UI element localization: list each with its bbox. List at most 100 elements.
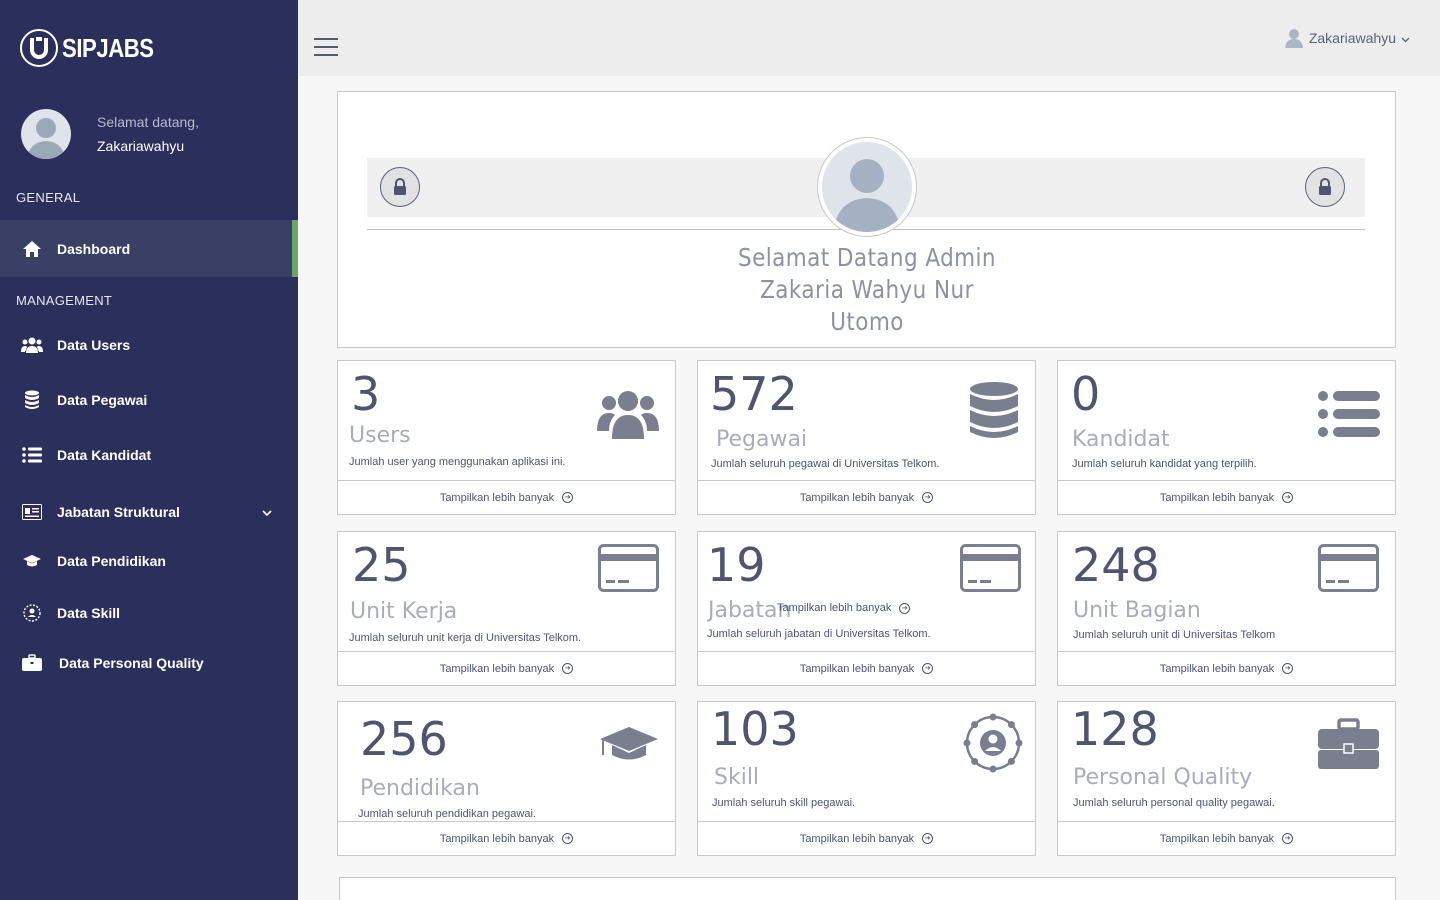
show-more-link[interactable]: Tampilkan lebih banyak ➔ bbox=[777, 602, 911, 614]
section-general: GENERAL bbox=[16, 190, 81, 205]
welcome-label: Selamat datang, bbox=[97, 114, 199, 130]
stat-title: Kandidat bbox=[1072, 427, 1170, 452]
stat-card-personal-quality: 128 Personal Quality Jumlah seluruh pers… bbox=[1057, 701, 1396, 856]
list-icon bbox=[1318, 391, 1380, 442]
sidebar-item-dashboard[interactable]: Dashboard bbox=[0, 220, 298, 277]
stat-description: Jumlah seluruh personal quality pegawai. bbox=[1073, 797, 1275, 809]
stat-value: 3 bbox=[351, 367, 381, 421]
sidebar-item-skill[interactable]: Data Skill bbox=[0, 591, 298, 635]
briefcase-icon bbox=[21, 652, 43, 674]
stat-value: 256 bbox=[360, 712, 448, 766]
graduation-cap-icon bbox=[599, 726, 659, 767]
show-more-link[interactable]: Tampilkan lebih banyak ➔ bbox=[338, 480, 675, 514]
stat-card-jabatan: 19 Jabatan Tampilkan lebih banyak ➔ Jumla… bbox=[697, 531, 1036, 686]
arrow-right-circle-icon: ➔ bbox=[562, 492, 574, 503]
welcome-card: Selamat Datang Admin Zakaria Wahyu Nur U… bbox=[337, 91, 1396, 348]
stat-value: 0 bbox=[1071, 367, 1101, 421]
arrow-right-circle-icon: ➔ bbox=[922, 492, 934, 503]
credit-card-icon bbox=[960, 544, 1021, 597]
arrow-right-circle-icon: ➔ bbox=[562, 833, 574, 844]
sidebar-item-label: Data Skill bbox=[57, 605, 121, 621]
stat-title: Personal Quality bbox=[1073, 765, 1253, 790]
show-more-link[interactable]: Tampilkan lebih banyak ➔ bbox=[698, 651, 1035, 685]
avatar bbox=[21, 109, 71, 159]
stat-title: Skill bbox=[714, 765, 760, 790]
user-menu[interactable]: Zakariawahyu bbox=[1284, 28, 1410, 48]
sidebar-item-personal-quality[interactable]: Data Personal Quality bbox=[0, 641, 298, 685]
skill-icon bbox=[21, 602, 43, 624]
content-card bbox=[339, 877, 1396, 900]
sidebar-item-label: Data Pendidikan bbox=[57, 553, 166, 569]
stat-title: Unit Kerja bbox=[350, 599, 458, 624]
credit-card-icon bbox=[1318, 544, 1379, 597]
stat-card-pegawai: 572 Pegawai Jumlah seluruh pegawai di Un… bbox=[697, 360, 1036, 515]
id-card-icon bbox=[21, 501, 43, 523]
stat-description: Jumlah seluruh kandidat yang terpilih. bbox=[1072, 458, 1257, 470]
sidebar: SIPJABS Selamat datang, Zakariawahyu GEN… bbox=[0, 0, 298, 900]
sidebar-item-label: Data Users bbox=[57, 337, 131, 353]
chevron-down-icon bbox=[1401, 30, 1410, 46]
arrow-right-circle-icon: ➔ bbox=[1282, 663, 1294, 674]
sidebar-item-pendidikan[interactable]: Data Pendidikan bbox=[0, 539, 298, 583]
sidebar-item-jabatan-struktural[interactable]: Jabatan Struktural bbox=[0, 490, 298, 534]
sidebar-item-kandidat[interactable]: Data Kandidat bbox=[0, 433, 298, 477]
stat-value: 25 bbox=[352, 538, 411, 592]
arrow-right-circle-icon: ➔ bbox=[922, 833, 934, 844]
brand-name: SIPJABS bbox=[62, 32, 154, 63]
user-menu-name: Zakariawahyu bbox=[1308, 30, 1396, 46]
arrow-right-circle-icon: ➔ bbox=[562, 663, 574, 674]
stat-description: Jumlah seluruh skill pegawai. bbox=[712, 797, 856, 809]
stat-card-unit-bagian: 248 Unit Bagian Jumlah seluruh unit di U… bbox=[1057, 531, 1396, 686]
stat-card-kandidat: 0 Kandidat Jumlah seluruh kandidat yang … bbox=[1057, 360, 1396, 515]
sidebar-profile: Selamat datang, Zakariawahyu bbox=[21, 109, 199, 159]
lock-icon[interactable] bbox=[1305, 167, 1345, 207]
stat-value: 103 bbox=[711, 702, 799, 756]
list-icon bbox=[21, 444, 43, 466]
menu-toggle-icon[interactable] bbox=[314, 38, 338, 58]
arrow-right-circle-icon: ➔ bbox=[1282, 492, 1294, 503]
arrow-right-circle-icon: ➔ bbox=[899, 602, 911, 614]
stat-description: Jumlah user yang menggunakan aplikasi in… bbox=[349, 456, 566, 468]
users-icon bbox=[597, 387, 659, 444]
arrow-right-circle-icon: ➔ bbox=[1282, 833, 1294, 844]
skill-icon bbox=[963, 713, 1023, 778]
user-avatar-icon bbox=[1284, 28, 1303, 48]
sidebar-item-users[interactable]: Data Users bbox=[0, 323, 298, 367]
show-more-link[interactable]: Tampilkan lebih banyak ➔ bbox=[1058, 480, 1395, 514]
stat-value: 248 bbox=[1072, 538, 1160, 592]
home-icon bbox=[21, 238, 43, 260]
graduation-cap-icon bbox=[21, 550, 43, 572]
stat-description: Jumlah seluruh unit di Universitas Telko… bbox=[1073, 629, 1276, 641]
stat-title: Unit Bagian bbox=[1073, 598, 1201, 623]
sidebar-item-label: Jabatan Struktural bbox=[57, 504, 180, 520]
lock-icon[interactable] bbox=[380, 167, 420, 207]
sidebar-item-label: Data Personal Quality bbox=[59, 655, 204, 671]
brand[interactable]: SIPJABS bbox=[20, 28, 170, 68]
stat-description: Jumlah seluruh pegawai di Universitas Te… bbox=[711, 458, 940, 470]
sidebar-item-label: Dashboard bbox=[57, 240, 131, 257]
show-more-link[interactable]: Tampilkan lebih banyak ➔ bbox=[338, 821, 675, 855]
section-management: MANAGEMENT bbox=[16, 293, 113, 308]
stat-description: Jumlah seluruh pendidikan pegawai. bbox=[358, 808, 536, 820]
sidebar-item-label: Data Pegawai bbox=[57, 392, 148, 408]
stat-title: Pegawai bbox=[716, 427, 808, 452]
avatar bbox=[817, 137, 917, 237]
chevron-down-icon bbox=[262, 504, 272, 520]
show-more-link[interactable]: Tampilkan lebih banyak ➔ bbox=[698, 480, 1035, 514]
stat-description: Jumlah seluruh jabatan di Universitas Te… bbox=[707, 628, 931, 640]
stat-description: Jumlah seluruh unit kerja di Universitas… bbox=[349, 632, 582, 644]
sidebar-item-label: Data Kandidat bbox=[57, 447, 152, 463]
credit-card-icon bbox=[598, 544, 659, 597]
brand-logo bbox=[20, 29, 58, 67]
users-icon bbox=[21, 334, 43, 356]
stat-card-pendidikan: 256 Pendidikan Jumlah seluruh pendidikan… bbox=[337, 701, 676, 856]
show-more-link[interactable]: Tampilkan lebih banyak ➔ bbox=[698, 821, 1035, 855]
stat-card-unit-kerja: 25 Unit Kerja Jumlah seluruh unit kerja … bbox=[337, 531, 676, 686]
sidebar-item-pegawai[interactable]: Data Pegawai bbox=[0, 378, 298, 422]
show-more-link[interactable]: Tampilkan lebih banyak ➔ bbox=[1058, 651, 1395, 685]
welcome-heading: Selamat Datang Admin Zakaria Wahyu Nur U… bbox=[738, 243, 996, 336]
show-more-link[interactable]: Tampilkan lebih banyak ➔ bbox=[338, 651, 675, 685]
stat-card-users: 3 Users Jumlah user yang menggunakan apl… bbox=[337, 360, 676, 515]
arrow-right-circle-icon: ➔ bbox=[922, 663, 934, 674]
show-more-link[interactable]: Tampilkan lebih banyak ➔ bbox=[1058, 821, 1395, 855]
